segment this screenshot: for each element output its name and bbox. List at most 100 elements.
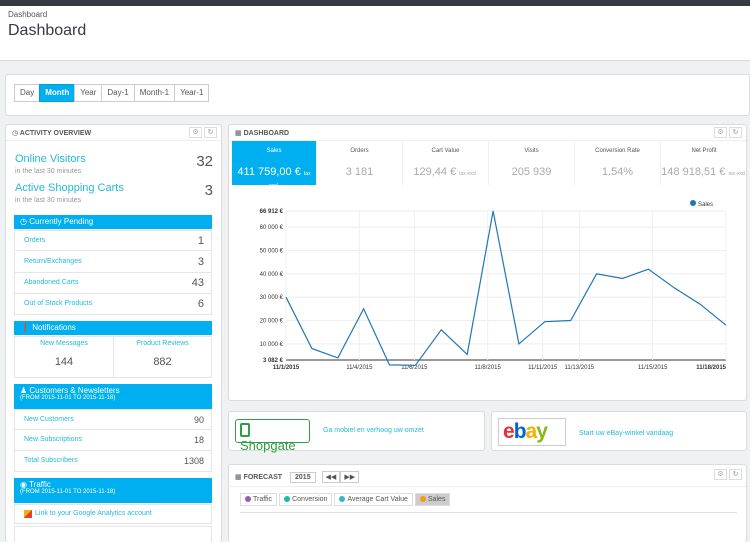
customers-newsletters-title: Customers & Newsletters [29,386,120,395]
shopgate-link[interactable]: Ga mobiel en verhoog uw omzet [323,427,424,434]
globe-icon: ◉ [20,480,30,489]
activity-overview-header: ◷ ACTIVITY OVERVIEW ⚙ ↻ [6,125,221,141]
sales-series-line [285,210,727,366]
currently-pending-title: Currently Pending [29,217,94,226]
dashboard-panel: ▦ DASHBOARD ⚙ ↻ Sales 411 759,00 € tax ex… [228,124,747,401]
shopgate-panel[interactable]: Shopgate Ga mobiel en verhoog uw omzet [228,411,485,453]
kpi-conversion-rate[interactable]: Conversion Rate 1.54% [575,141,661,185]
forecast-year-select[interactable]: 2015 [290,472,316,483]
notifications-title: Notifications [32,323,76,332]
pending-value: 3 [197,256,204,268]
ebay-panel[interactable]: ebay Start uw eBay-winkel vandaag [491,411,747,451]
traffic-title: Traffic [29,480,51,489]
chart-legend: Sales [690,200,713,208]
active-carts-value: 3 [204,182,213,199]
notifications-header: ❗ Notifications [14,321,212,335]
kpi-label: Sales [266,148,282,154]
x-tick-label: 11/11/2015 [528,365,558,371]
online-visitors-sub: in the last 30 minutes [15,168,82,175]
chip-label: Average Cart Value [347,496,408,503]
user-icon: ♟ [20,386,30,395]
active-carts-link[interactable]: Active Shopping Carts [15,182,124,194]
x-tick-label: 11/1/2015 [273,365,300,371]
refresh-icon[interactable]: ↻ [204,127,217,138]
page-header: Dashboard Dashboard [0,6,750,61]
kpi-visits[interactable]: Visits 205 939 [489,141,575,185]
forecast-metric-chips: Traffic Conversion Average Cart Value Sales [240,493,737,513]
y-tick-label: 3 082 € [263,358,284,364]
product-reviews-value: 882 [153,356,172,368]
chip-label: Sales [427,496,446,503]
traffic-header: ◉ Traffic (FROM 2015-11-01 TO 2015-11-18… [14,478,212,503]
google-analytics-icon [24,510,32,518]
online-visitors-link[interactable]: Online Visitors [15,153,86,165]
pending-row-orders[interactable]: Orders 1 [14,230,212,251]
filter-month-button[interactable]: Month [39,84,76,102]
pending-value: 6 [197,298,204,310]
customers-value: 18 [193,435,204,445]
date-filter-bar: Day Month Year Day-1 Month-1 Year-1 [5,74,750,116]
customers-date-range: (FROM 2015-11-01 TO 2015-11-18) [20,395,116,401]
google-analytics-row[interactable]: Link to your Google Analytics account [14,504,212,524]
traffic-dot-icon [245,496,251,502]
customers-row-new[interactable]: New Customers 90 [14,409,212,430]
kpi-suffix: tax excl. [459,171,478,177]
kpi-label: Visits [524,148,539,154]
filter-month-1-button[interactable]: Month-1 [133,84,176,102]
filter-year-1-button[interactable]: Year-1 [174,84,210,102]
customers-value: 90 [193,415,204,425]
kpi-suffix: tax excl. [728,171,747,177]
forecast-panel: ▦ FORECAST 2015 ◀◀ ▶▶ ⚙ ↻ Traffic Conversio… [228,464,747,542]
shopgate-logo-text: Shopgate [240,438,296,453]
filter-day-1-button[interactable]: Day-1 [101,84,135,102]
x-tick-label: 11/18/2015 [696,365,726,371]
gear-icon[interactable]: ⚙ [189,127,202,138]
gear-icon[interactable]: ⚙ [714,469,727,480]
chip-average-cart-value[interactable]: Average Cart Value [334,493,413,506]
chip-sales[interactable]: Sales [414,493,451,506]
prev-year-button[interactable]: ◀◀ [321,471,341,483]
kpi-orders[interactable]: Orders 3 181 [317,141,403,185]
kpi-sales[interactable]: Sales 411 759,00 € tax excl. [232,141,317,189]
kpi-net-profit[interactable]: Net Profit 148 918,51 € tax excl. [661,141,747,185]
pending-row-out-of-stock[interactable]: Out of Stock Products 6 [14,294,212,315]
pending-row-abandoned-carts[interactable]: Abandoned Carts 43 [14,273,212,294]
cart-value-dot-icon [339,496,346,502]
activity-overview-panel: ◷ ACTIVITY OVERVIEW ⚙ ↻ Online Visitors i… [5,124,222,542]
refresh-icon[interactable]: ↻ [729,127,742,138]
next-year-button[interactable]: ▶▶ [340,471,360,483]
pending-row-returns[interactable]: Return/Exchanges 3 [14,252,212,273]
gear-icon[interactable]: ⚙ [714,127,727,138]
x-tick-label: 11/15/2015 [638,365,668,371]
y-tick-label: 30 000 € [260,295,284,301]
filter-year-button[interactable]: Year [74,84,103,102]
product-reviews-cell[interactable]: Product Reviews 882 [114,337,211,377]
bar-chart-icon: ▦ [235,130,244,137]
chart-series [285,210,727,366]
chip-traffic[interactable]: Traffic [240,493,278,506]
chip-conversion[interactable]: Conversion [279,493,333,506]
kpi-value: 148 918,51 € [661,166,726,178]
google-analytics-link[interactable]: Link to your Google Analytics account [35,510,152,517]
kpi-cart-value[interactable]: Cart Value 129,44 € tax excl. [403,141,489,185]
y-tick-label: 60 000 € [260,225,284,231]
new-messages-value: 144 [54,356,74,368]
pending-label: Orders [24,237,46,244]
breadcrumb[interactable]: Dashboard [8,10,47,19]
customers-label: Total Subscribers [24,457,78,464]
kpi-value: 1.54% [601,166,634,178]
clock-icon: ◷ [12,130,20,137]
legend-marker [690,200,696,206]
bar-chart-icon: ▦ [235,474,244,481]
ebay-link[interactable]: Start uw eBay-winkel vandaag [579,430,673,437]
new-messages-cell[interactable]: New Messages 144 [15,337,114,377]
chip-label: Traffic [253,496,273,503]
filter-day-button[interactable]: Day [14,84,41,102]
customers-row-subscriptions[interactable]: New Subscriptions 18 [14,430,212,451]
traffic-date-range: (FROM 2015-11-01 TO 2015-11-18) [20,489,116,495]
refresh-icon[interactable]: ↻ [729,469,742,480]
customers-row-total[interactable]: Total Subscribers 1308 [14,451,212,472]
dashboard-header: ▦ DASHBOARD ⚙ ↻ [229,125,746,141]
kpi-label: Net Profit [691,148,717,154]
chip-label: Conversion [292,496,328,503]
